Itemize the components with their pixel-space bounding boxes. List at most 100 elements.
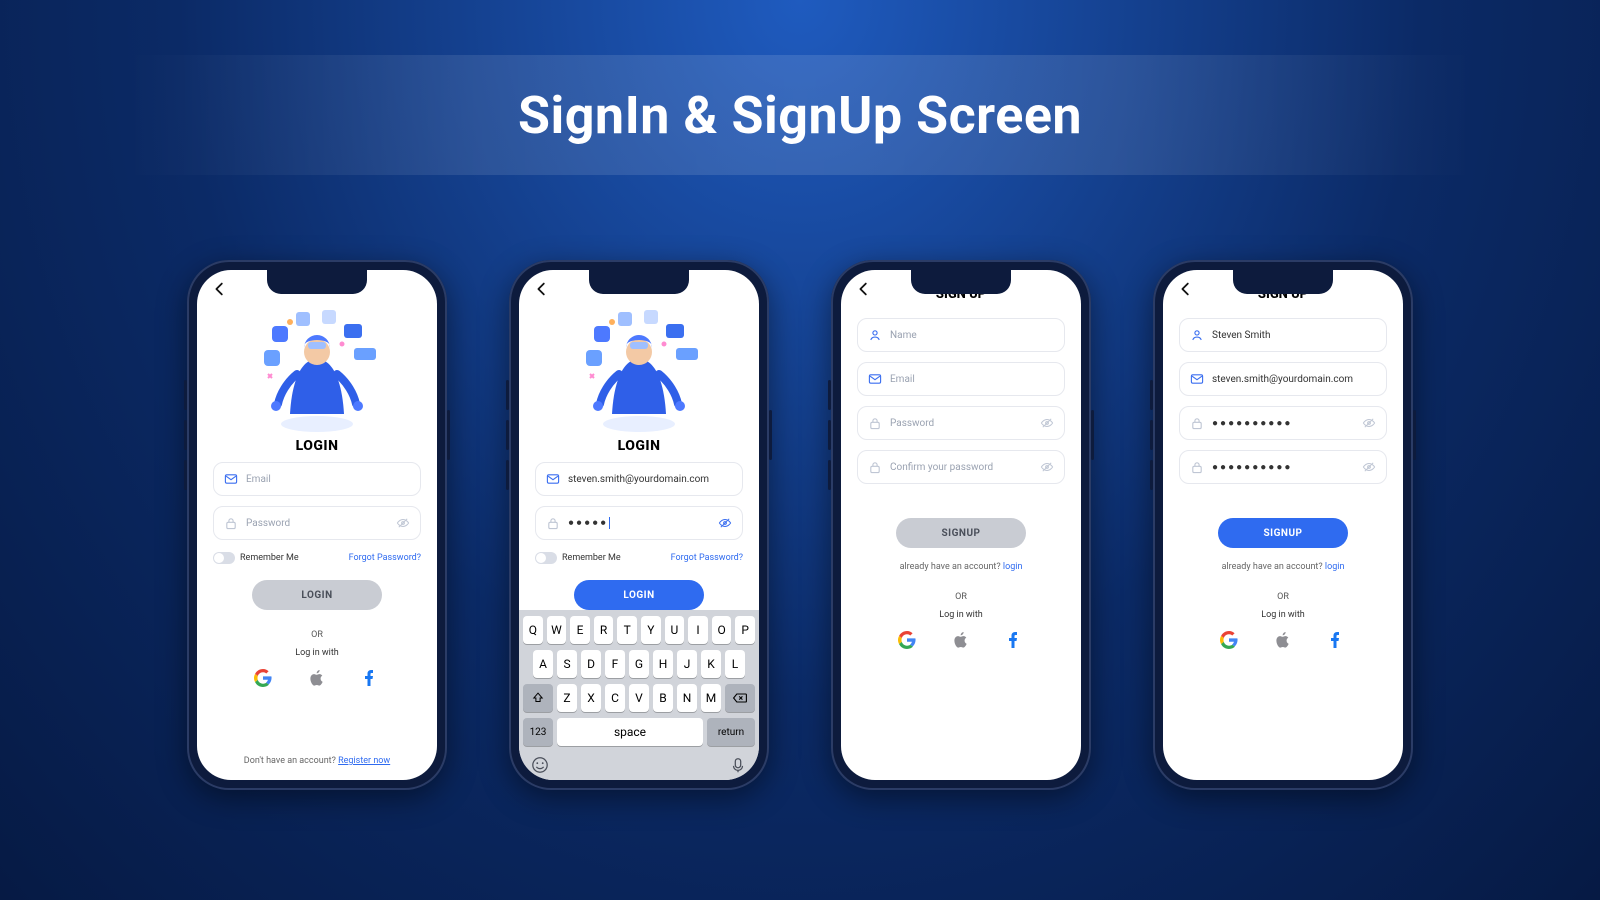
key-b[interactable]: B [653,684,673,712]
remember-label: Remember Me [562,553,621,563]
key-o[interactable]: O [712,616,732,644]
login-with-label: Log in with [1179,610,1387,620]
key-h[interactable]: H [653,650,673,678]
numeric-key[interactable]: 123 [523,718,553,746]
key-k[interactable]: K [701,650,721,678]
key-l[interactable]: L [725,650,745,678]
key-m[interactable]: M [701,684,721,712]
key-w[interactable]: W [547,616,567,644]
password-field[interactable]: ●●●●● [535,506,743,540]
or-divider: OR [213,630,421,640]
password-value: ●●●●●●●●●● [1212,418,1354,429]
keyboard: QWERTYUIOP ASDFGHJKL ZXCVBNM 123 space r… [519,610,759,780]
email-field[interactable]: Email [213,462,421,496]
shift-key[interactable] [523,684,553,712]
key-y[interactable]: Y [641,616,661,644]
phone-row: LOGIN Email Password Remember Me Forgot … [0,260,1600,790]
email-value: steven.smith@yourdomain.com [568,474,732,485]
login-footer: already have an account? login [857,562,1065,572]
email-icon [868,372,882,386]
eye-off-icon[interactable] [1040,460,1054,474]
key-r[interactable]: R [594,616,614,644]
login-button[interactable]: LOGIN [574,580,704,610]
eye-off-icon[interactable] [718,516,732,530]
space-key[interactable]: space [557,718,703,746]
lock-icon [868,416,882,430]
password-field[interactable]: ●●●●●●●●●● [1179,406,1387,440]
email-field[interactable]: steven.smith@yourdomain.com [535,462,743,496]
eye-off-icon[interactable] [1362,416,1376,430]
page-title: SignIn & SignUp Screen [518,85,1082,146]
lock-icon [224,516,238,530]
shift-icon [531,691,545,705]
user-icon [868,328,882,342]
mic-icon[interactable] [729,756,747,774]
email-field[interactable]: Email [857,362,1065,396]
key-g[interactable]: G [629,650,649,678]
facebook-icon[interactable] [361,668,381,688]
eye-off-icon[interactable] [1362,460,1376,474]
key-a[interactable]: A [533,650,553,678]
confirm-password-field[interactable]: Confirm your password [857,450,1065,484]
key-c[interactable]: C [605,684,625,712]
login-with-label: Log in with [213,648,421,658]
apple-icon[interactable] [307,668,327,688]
login-with-label: Log in with [857,610,1065,620]
name-field[interactable]: Name [857,318,1065,352]
login-link[interactable]: login [1325,562,1345,572]
back-button[interactable] [211,280,229,302]
backspace-key[interactable] [725,684,755,712]
key-j[interactable]: J [677,650,697,678]
key-u[interactable]: U [665,616,685,644]
key-p[interactable]: P [735,616,755,644]
password-field[interactable]: Password [857,406,1065,440]
login-link[interactable]: login [1003,562,1023,572]
email-icon [1190,372,1204,386]
login-heading: LOGIN [213,438,421,454]
facebook-icon[interactable] [1327,630,1347,650]
email-icon [224,472,238,486]
email-field[interactable]: steven.smith@yourdomain.com [1179,362,1387,396]
key-q[interactable]: Q [523,616,543,644]
eye-off-icon[interactable] [396,516,410,530]
key-z[interactable]: Z [557,684,577,712]
apple-icon[interactable] [1273,630,1293,650]
key-x[interactable]: X [581,684,601,712]
forgot-password-link[interactable]: Forgot Password? [671,553,743,563]
footer-pre: Don't have an account? [244,756,338,766]
facebook-icon[interactable] [1005,630,1025,650]
confirm-password-field[interactable]: ●●●●●●●●●● [1179,450,1387,484]
google-icon[interactable] [897,630,917,650]
key-n[interactable]: N [677,684,697,712]
forgot-password-link[interactable]: Forgot Password? [349,553,421,563]
phone-login-empty: LOGIN Email Password Remember Me Forgot … [187,260,447,790]
signup-button[interactable]: SIGNUP [896,518,1026,548]
google-icon[interactable] [253,668,273,688]
key-t[interactable]: T [617,616,637,644]
password-field[interactable]: Password [213,506,421,540]
emoji-icon[interactable] [531,756,549,774]
key-v[interactable]: V [629,684,649,712]
key-i[interactable]: I [688,616,708,644]
google-icon[interactable] [1219,630,1239,650]
phone-signup-filled: SIGN UP Steven Smith steven.smith@yourdo… [1153,260,1413,790]
remember-me-toggle[interactable]: Remember Me [535,552,621,564]
key-d[interactable]: D [581,650,601,678]
key-f[interactable]: F [605,650,625,678]
back-button[interactable] [533,280,551,302]
key-e[interactable]: E [570,616,590,644]
login-heading: LOGIN [535,438,743,454]
kbd-row-1: QWERTYUIOP [523,616,755,644]
login-button[interactable]: LOGIN [252,580,382,610]
return-key[interactable]: return [707,718,755,746]
remember-me-toggle[interactable]: Remember Me [213,552,299,564]
signup-button[interactable]: SIGNUP [1218,518,1348,548]
key-s[interactable]: S [557,650,577,678]
register-link[interactable]: Register now [338,756,390,766]
email-value: steven.smith@yourdomain.com [1212,374,1376,385]
name-field[interactable]: Steven Smith [1179,318,1387,352]
apple-icon[interactable] [951,630,971,650]
eye-off-icon[interactable] [1040,416,1054,430]
title-band: SignIn & SignUp Screen [0,55,1600,175]
password-placeholder: Password [246,518,388,529]
